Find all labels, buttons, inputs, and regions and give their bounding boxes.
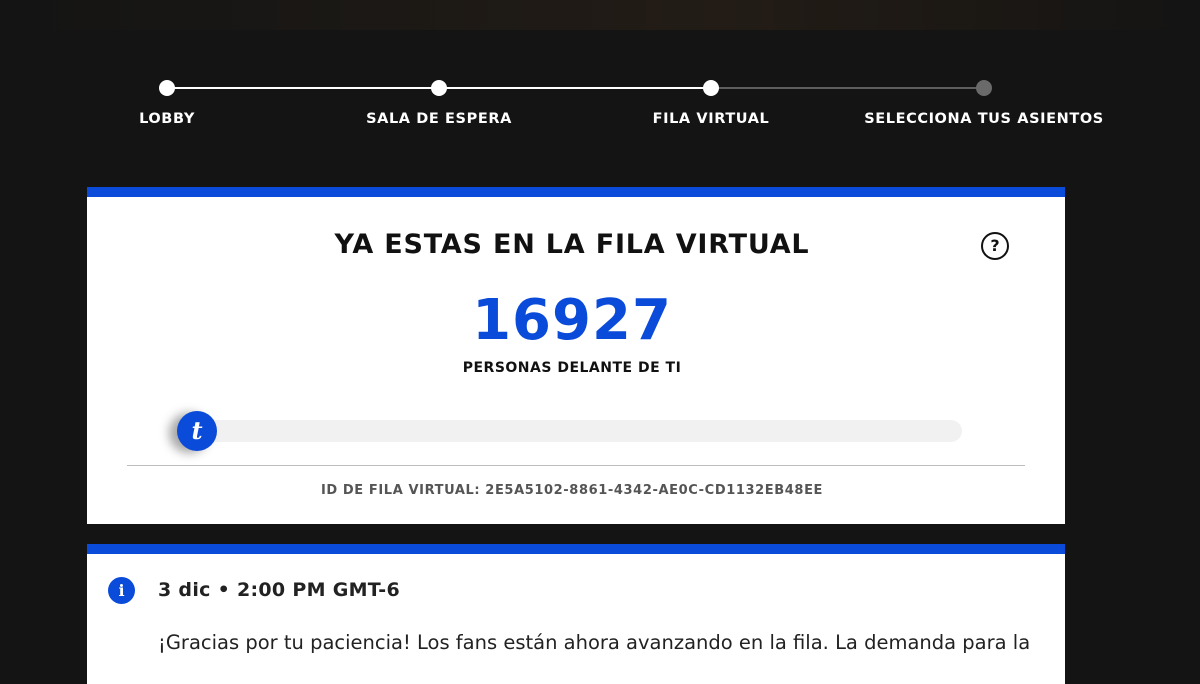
card-accent-bar [87, 544, 1065, 554]
queue-title: YA ESTAS EN LA FILA VIRTUAL [334, 229, 810, 260]
step-label-selecciona-asientos: SELECCIONA TUS ASIENTOS [864, 111, 1104, 127]
step-dot-fila-virtual [703, 80, 719, 96]
step-dot-lobby [159, 80, 175, 96]
step-label-lobby: LOBBY [139, 111, 195, 127]
stepper-track-remaining [711, 87, 984, 89]
info-icon: i [108, 577, 135, 604]
card-accent-bar [87, 187, 1065, 197]
info-message-card: i 3 dic • 2:00 PM GMT-6 ¡Gracias por tu … [87, 544, 1065, 684]
people-ahead-label: PERSONAS DELANTE DE TI [462, 360, 682, 376]
queue-progress-bar: t [177, 411, 962, 451]
help-icon[interactable]: ? [981, 232, 1009, 260]
divider [127, 465, 1025, 466]
queue-status-card: YA ESTAS EN LA FILA VIRTUAL ? 16927 PERS… [87, 187, 1065, 524]
step-label-fila-virtual: FILA VIRTUAL [652, 111, 770, 127]
info-message: ¡Gracias por tu paciencia! Los fans está… [158, 631, 1031, 654]
ticketmaster-logo-icon: t [177, 411, 217, 451]
queue-id: ID DE FILA VIRTUAL: 2E5A5102-8861-4342-A… [320, 483, 824, 498]
step-dot-sala-de-espera [431, 80, 447, 96]
header-banner-image [0, 0, 1200, 30]
step-dot-selecciona-asientos [976, 80, 992, 96]
step-label-sala-de-espera: SALA DE ESPERA [366, 111, 512, 127]
progress-stepper: LOBBY SALA DE ESPERA FILA VIRTUAL SELECC… [0, 70, 1200, 140]
people-ahead-count: 16927 [472, 288, 672, 353]
info-date: 3 dic • 2:00 PM GMT-6 [158, 579, 400, 601]
